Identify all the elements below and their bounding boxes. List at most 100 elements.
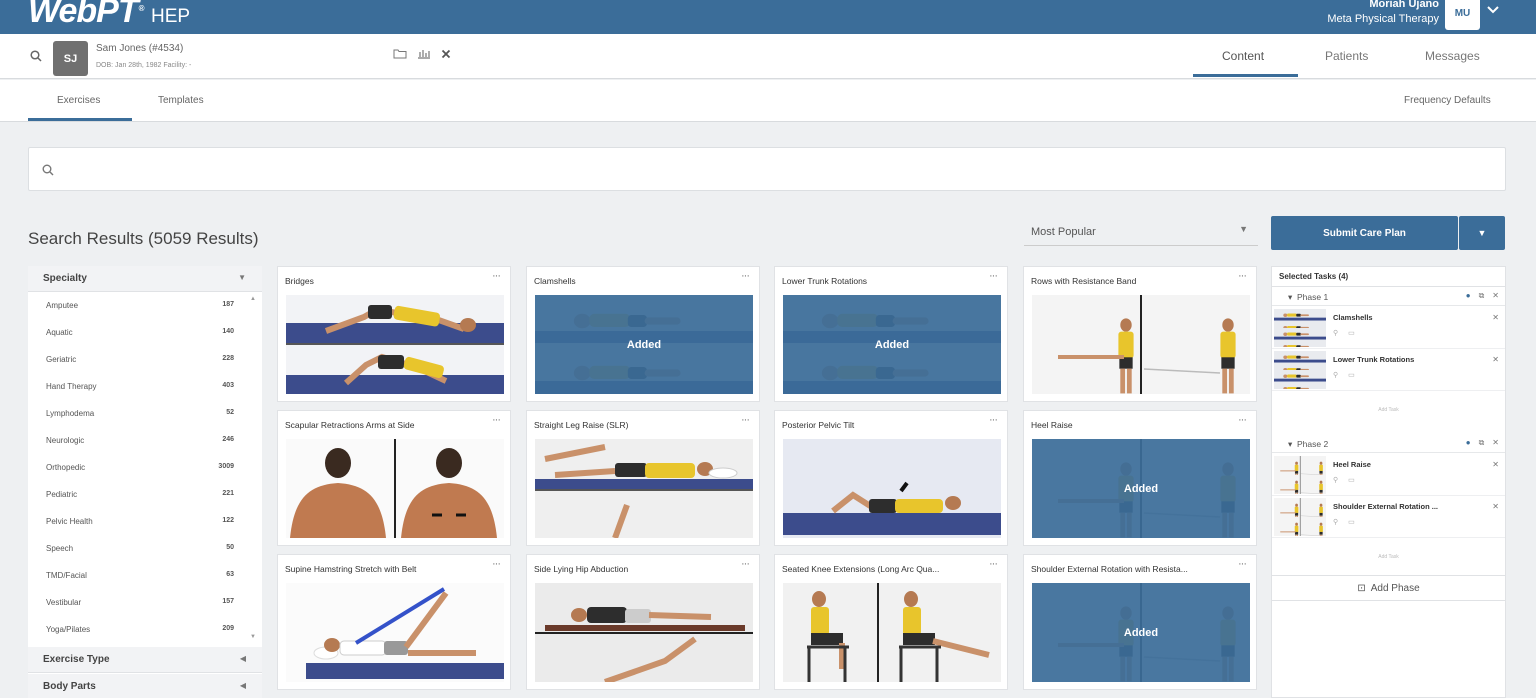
tab-templates[interactable]: Templates: [158, 95, 204, 106]
specialty-item[interactable]: Pelvic Health 122: [28, 509, 248, 536]
specialty-item[interactable]: Orthopedic 3009: [28, 455, 248, 482]
more-icon[interactable]: ···: [492, 414, 501, 426]
close-icon[interactable]: ✕: [1492, 355, 1499, 364]
exercise-card[interactable]: Heel Raise ··· Added: [1023, 410, 1257, 546]
added-overlay[interactable]: Added: [783, 295, 1001, 394]
more-icon[interactable]: ···: [492, 558, 501, 570]
scroll-down-icon[interactable]: ▼: [250, 634, 256, 640]
specialty-item[interactable]: Hand Therapy 403: [28, 374, 248, 401]
exercise-card[interactable]: Straight Leg Raise (SLR) ···: [526, 410, 760, 546]
task-item[interactable]: Shoulder External Rotation ... ⚲ ▭ ✕: [1272, 496, 1505, 538]
specialty-item[interactable]: Yoga/Pilates 209: [28, 617, 248, 644]
more-icon[interactable]: ···: [1238, 414, 1247, 426]
check-circle-icon[interactable]: ●: [1466, 438, 1471, 448]
folder-icon[interactable]: [393, 48, 407, 62]
more-icon[interactable]: ···: [741, 414, 750, 426]
specialty-item[interactable]: Vestibular 157: [28, 590, 248, 617]
exercise-card[interactable]: Shoulder External Rotation with Resista.…: [1023, 554, 1257, 690]
task-meta-icons[interactable]: ⚲ ▭: [1333, 518, 1359, 526]
exercise-image[interactable]: [1032, 295, 1250, 394]
exercise-card[interactable]: Bridges ···: [277, 266, 511, 402]
exercise-image[interactable]: [535, 583, 753, 682]
exercise-card[interactable]: Rows with Resistance Band ···: [1023, 266, 1257, 402]
task-item[interactable]: Lower Trunk Rotations ⚲ ▭ ✕: [1272, 349, 1505, 391]
exercise-image[interactable]: [535, 439, 753, 538]
task-meta-icons[interactable]: ⚲ ▭: [1333, 371, 1359, 379]
more-icon[interactable]: ···: [741, 270, 750, 282]
tab-exercises[interactable]: Exercises: [57, 95, 100, 106]
exercise-card[interactable]: Lower Trunk Rotations ··· Added: [774, 266, 1008, 402]
specialty-item[interactable]: Pediatric 221: [28, 482, 248, 509]
webpt-logo[interactable]: WebPT®: [28, 0, 144, 31]
specialty-item[interactable]: Neurologic 246: [28, 428, 248, 455]
copy-icon[interactable]: ⧉: [1479, 291, 1485, 301]
more-icon[interactable]: ···: [1238, 558, 1247, 570]
task-item[interactable]: Heel Raise ⚲ ▭ ✕: [1272, 454, 1505, 496]
task-meta-icons[interactable]: ⚲ ▭: [1333, 329, 1359, 337]
tab-content[interactable]: Content: [1222, 49, 1264, 63]
phase-header[interactable]: ▾ Phase 1 ● ⧉ ✕: [1272, 288, 1505, 306]
user-menu-chevron-icon[interactable]: [1487, 2, 1499, 17]
close-icon[interactable]: ✕: [1492, 460, 1499, 469]
specialty-item[interactable]: Geriatric 228: [28, 347, 248, 374]
close-patient-icon[interactable]: [441, 48, 451, 62]
specialty-scrollbar[interactable]: ▲ ▼: [250, 296, 256, 642]
add-task-button[interactable]: Add Task: [1272, 391, 1505, 429]
sort-select[interactable]: Most Popular ▼: [1024, 218, 1258, 246]
close-icon[interactable]: ✕: [1492, 438, 1499, 448]
exercise-image[interactable]: [286, 439, 504, 538]
tab-messages[interactable]: Messages: [1425, 49, 1480, 63]
specialty-item[interactable]: Lymphodema 52: [28, 401, 248, 428]
task-meta-icons[interactable]: ⚲ ▭: [1333, 476, 1359, 484]
filter-specialty-header[interactable]: Specialty ▼: [28, 266, 262, 292]
exercise-card[interactable]: Side Lying Hip Abduction ···: [526, 554, 760, 690]
added-overlay[interactable]: Added: [535, 295, 753, 394]
phase-header[interactable]: ▾ Phase 2 ● ⧉ ✕: [1272, 435, 1505, 453]
added-overlay[interactable]: Added: [1032, 439, 1250, 538]
exercise-card[interactable]: Supine Hamstring Stretch with Belt ···: [277, 554, 511, 690]
submit-care-plan-button[interactable]: Submit Care Plan: [1271, 216, 1458, 250]
exercise-card[interactable]: Scapular Retractions Arms at Side ···: [277, 410, 511, 546]
more-icon[interactable]: ···: [741, 558, 750, 570]
top-bar: WebPT® HEP Moriah Ujano Meta Physical Th…: [0, 0, 1536, 34]
exercise-image[interactable]: [286, 583, 504, 682]
more-icon[interactable]: ···: [492, 270, 501, 282]
add-task-button[interactable]: Add Task: [1272, 538, 1505, 576]
copy-icon[interactable]: ⧉: [1479, 438, 1485, 448]
task-name: Lower Trunk Rotations: [1333, 355, 1415, 364]
exercise-card[interactable]: Clamshells ··· Added: [526, 266, 760, 402]
patient-search-icon[interactable]: [30, 49, 44, 63]
filter-body-parts-header[interactable]: Body Parts ◀: [28, 674, 262, 698]
more-icon[interactable]: ···: [1238, 270, 1247, 282]
more-icon[interactable]: ···: [989, 414, 998, 426]
specialty-item[interactable]: TMD/Facial 63: [28, 563, 248, 590]
specialty-item[interactable]: Speech 50: [28, 536, 248, 563]
more-icon[interactable]: ···: [989, 270, 998, 282]
tab-patients[interactable]: Patients: [1325, 49, 1368, 63]
check-circle-icon[interactable]: ●: [1466, 291, 1471, 301]
user-info[interactable]: Moriah Ujano Meta Physical Therapy: [1327, 0, 1439, 27]
patient-avatar[interactable]: SJ: [53, 41, 88, 76]
exercise-card[interactable]: Posterior Pelvic Tilt ···: [774, 410, 1008, 546]
close-icon[interactable]: ✕: [1492, 291, 1499, 301]
specialty-item[interactable]: Amputee 187: [28, 293, 248, 320]
exercise-search-input[interactable]: [28, 147, 1506, 191]
add-phase-button[interactable]: ⊡ Add Phase: [1272, 575, 1505, 601]
exercise-image[interactable]: [286, 295, 504, 394]
close-icon[interactable]: ✕: [1492, 313, 1499, 322]
patient-name[interactable]: Sam Jones (#4534): [96, 43, 183, 54]
task-item[interactable]: Clamshells ⚲ ▭ ✕: [1272, 307, 1505, 349]
close-icon[interactable]: ✕: [1492, 502, 1499, 511]
chart-icon[interactable]: [417, 48, 431, 62]
more-icon[interactable]: ···: [989, 558, 998, 570]
submit-options-chevron-icon[interactable]: ▼: [1459, 216, 1505, 250]
exercise-image[interactable]: [783, 439, 1001, 538]
frequency-defaults-link[interactable]: Frequency Defaults: [1404, 95, 1491, 106]
exercise-image[interactable]: [783, 583, 1001, 682]
user-avatar[interactable]: MU: [1445, 0, 1480, 30]
scroll-up-icon[interactable]: ▲: [250, 296, 256, 302]
added-overlay[interactable]: Added: [1032, 583, 1250, 682]
specialty-item[interactable]: Aquatic 140: [28, 320, 248, 347]
exercise-card[interactable]: Seated Knee Extensions (Long Arc Qua... …: [774, 554, 1008, 690]
filter-exercise-type-header[interactable]: Exercise Type ◀: [28, 647, 262, 673]
